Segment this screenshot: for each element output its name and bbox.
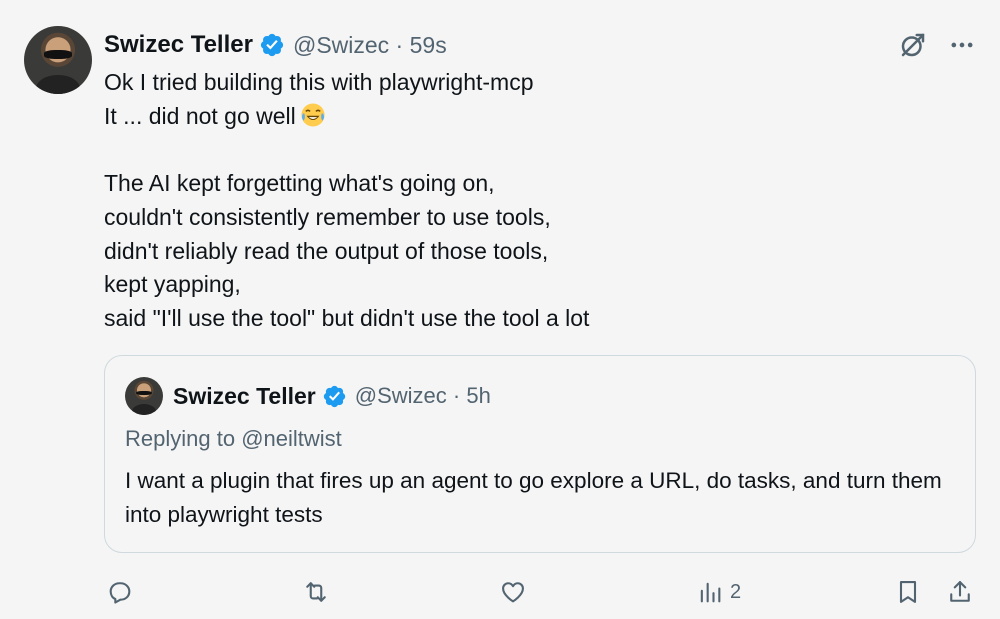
tweet-line: Ok I tried building this with playwright… (104, 69, 534, 95)
tweet-body: Ok I tried building this with playwright… (104, 66, 589, 336)
quoted-author-handle-time: @Swizec · 5h (354, 383, 491, 408)
replying-to: Replying to @neiltwist (125, 426, 342, 452)
quoted-tweet[interactable]: Swizec Teller @Swizec · 5h Replying to @… (104, 355, 976, 553)
like-icon (502, 582, 524, 603)
views-count: 2 (730, 580, 742, 603)
author-avatar[interactable] (24, 26, 92, 94)
quoted-author-name: Swizec Teller (173, 382, 316, 409)
author-name[interactable]: Swizec Teller (104, 31, 253, 59)
quoted-tweet-header: Swizec Teller @Swizec · 5h (173, 380, 491, 412)
tweet-line: couldn't consistently remember to use to… (104, 203, 551, 230)
quoted-tweet-text: I want a plugin that fires up an agent t… (125, 468, 942, 527)
face-with-tears-of-joy-emoji (301, 103, 325, 127)
grok-icon[interactable] (898, 30, 928, 60)
retweet-button[interactable] (302, 572, 330, 612)
tweet-top-actions (898, 30, 976, 60)
views-icon (700, 582, 721, 603)
reply-icon (109, 582, 131, 604)
share-icon (950, 581, 970, 602)
author-handle-time[interactable]: @Swizec · 59s (293, 32, 447, 59)
verified-badge-icon (260, 33, 284, 57)
tweet-line: didn't reliably read the output of those… (104, 237, 549, 264)
tweet-line: The AI kept forgetting what's going on, (104, 170, 495, 197)
share-button[interactable] (946, 572, 974, 612)
tweet-header: Swizec Teller @Swizec · 59s (104, 28, 447, 62)
reply-button[interactable] (106, 572, 134, 612)
tweet-line: It ... did not go well (104, 102, 296, 129)
like-button[interactable] (499, 572, 527, 612)
bookmark-icon (899, 581, 917, 603)
more-icon[interactable] (948, 31, 976, 59)
replying-to-mention[interactable]: @neiltwist (241, 426, 342, 451)
tweet-action-bar: 2 (104, 572, 976, 612)
views-button[interactable]: 2 (696, 572, 741, 612)
tweet-line: kept yapping, (104, 271, 241, 298)
tweet-line: said "I'll use the tool" but didn't use … (104, 304, 590, 331)
replying-to-prefix: Replying to (125, 426, 242, 451)
quoted-author-avatar[interactable] (125, 377, 163, 415)
verified-badge-icon (323, 385, 345, 407)
bookmark-button[interactable] (894, 572, 922, 612)
retweet-icon (306, 582, 326, 602)
